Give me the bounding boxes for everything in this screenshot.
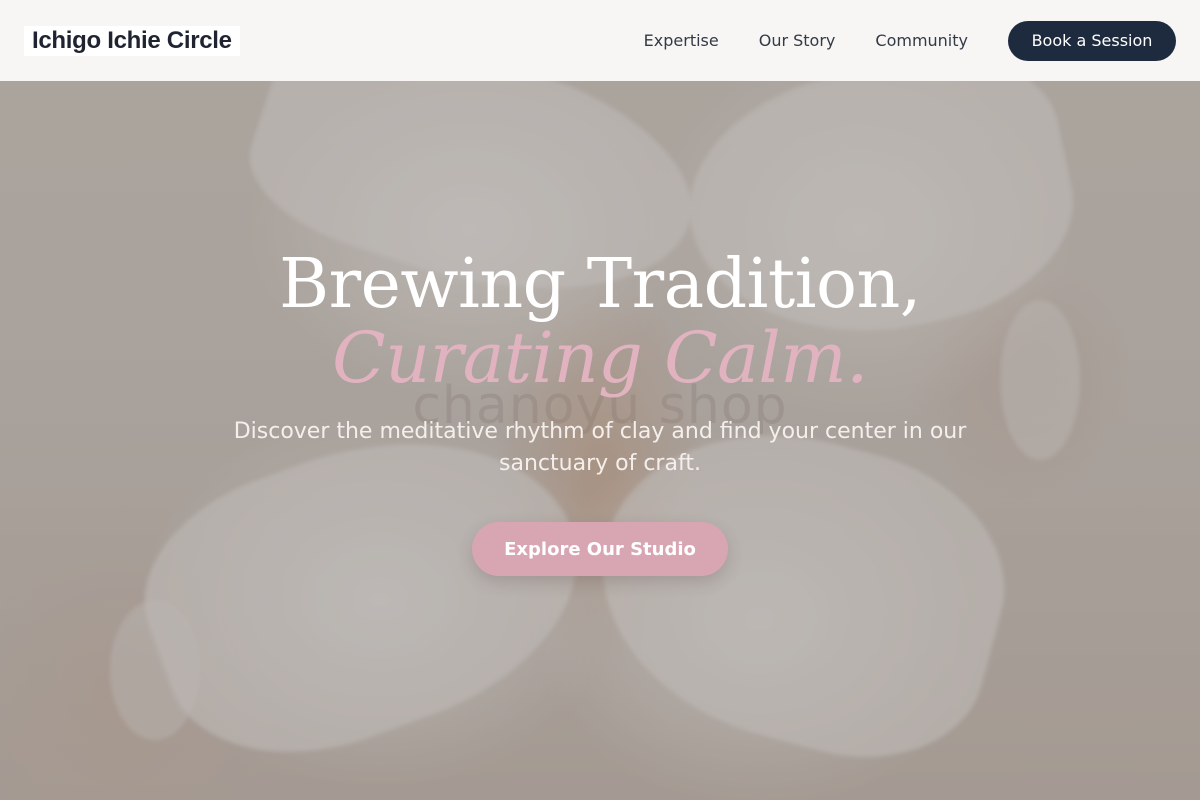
explore-studio-button[interactable]: Explore Our Studio: [472, 522, 728, 576]
nav-link-our-story[interactable]: Our Story: [759, 31, 836, 51]
hero-section: Brewing Tradition, Curating Calm. Discov…: [0, 248, 1200, 576]
nav-link-expertise[interactable]: Expertise: [644, 31, 719, 51]
page: Ichigo Ichie Circle Expertise Our Story …: [0, 0, 1200, 800]
hero-subtitle: Discover the meditative rhythm of clay a…: [233, 419, 967, 476]
nav-link-community[interactable]: Community: [875, 31, 968, 51]
site-header: Ichigo Ichie Circle Expertise Our Story …: [0, 0, 1200, 81]
hero-headline-accent: Curating Calm.: [332, 317, 868, 399]
site-logo[interactable]: Ichigo Ichie Circle: [24, 25, 240, 56]
main-nav: Expertise Our Story Community Book a Ses…: [644, 20, 1176, 61]
hero-headline-line1: Brewing Tradition,: [279, 245, 921, 324]
book-session-button[interactable]: Book a Session: [1008, 20, 1176, 61]
hero-headline: Brewing Tradition, Curating Calm.: [0, 245, 1200, 399]
